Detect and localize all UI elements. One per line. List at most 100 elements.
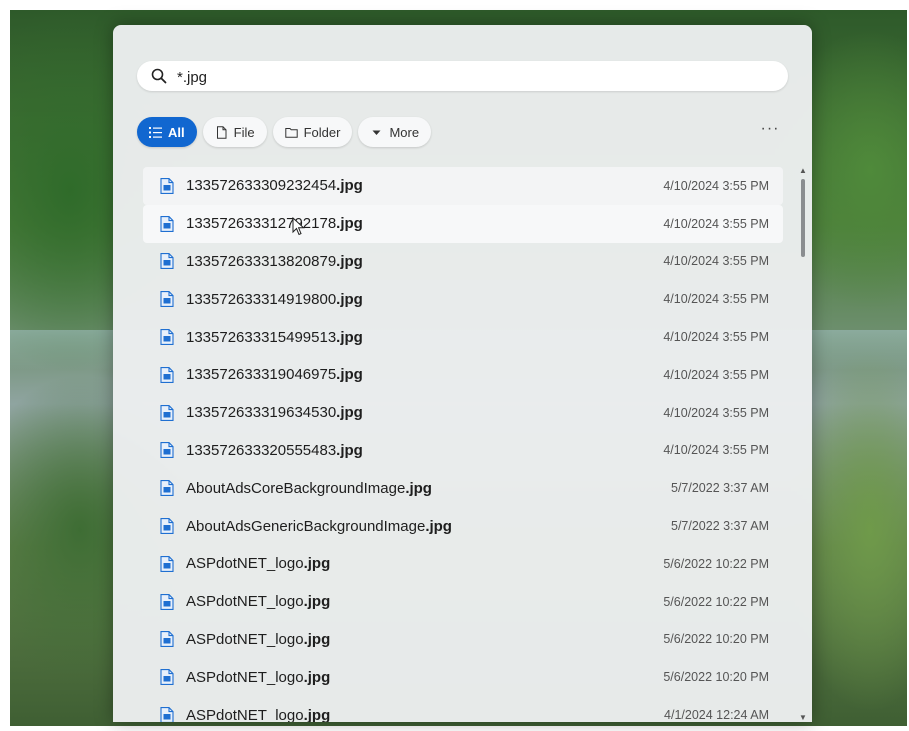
result-file-name: 133572633314919800.jpg — [186, 291, 363, 308]
result-file-extension: .jpg — [303, 555, 331, 573]
result-file-name: 133572633315499513.jpg — [186, 329, 363, 346]
scroll-thumb[interactable] — [801, 179, 805, 257]
filter-bar: All File Folder More — [137, 117, 432, 147]
result-file-extension: .jpg — [336, 177, 363, 195]
result-file-name: ASPdotNET_logo.jpg — [186, 593, 330, 610]
result-modified-date: 5/7/2022 3:37 AM — [671, 481, 769, 496]
result-modified-date: 4/10/2024 3:55 PM — [663, 367, 769, 382]
image-file-icon — [160, 177, 174, 194]
result-file-basename: 133572633313820879 — [186, 252, 337, 270]
result-modified-date: 4/10/2024 3:55 PM — [663, 254, 769, 269]
filter-file-button[interactable]: File — [202, 117, 267, 147]
result-modified-date: 4/10/2024 3:55 PM — [663, 330, 769, 345]
result-modified-date: 5/6/2022 10:22 PM — [663, 556, 769, 571]
search-panel: All File Folder More ··· 133572633309232… — [113, 25, 812, 722]
result-file-extension: .jpg — [303, 668, 331, 686]
result-file-extension: .jpg — [336, 290, 363, 308]
result-file-extension: .jpg — [303, 593, 331, 611]
result-row[interactable]: 133572633319046975.jpg 4/10/2024 3:55 PM — [143, 356, 783, 394]
result-modified-date: 4/10/2024 3:55 PM — [663, 443, 769, 458]
result-file-basename: ASPdotNET_logo — [186, 593, 304, 611]
mouse-cursor-icon — [292, 217, 305, 236]
filter-folder-button[interactable]: Folder — [272, 117, 353, 147]
image-file-icon — [160, 404, 174, 421]
result-modified-date: 4/10/2024 3:55 PM — [663, 405, 769, 420]
result-file-name: ASPdotNET_logo.jpg — [186, 631, 330, 648]
results-list: 133572633309232454.jpg 4/10/2024 3:55 PM 1… — [143, 167, 783, 722]
image-file-icon — [160, 291, 174, 308]
result-file-basename: ASPdotNET_logo — [186, 668, 304, 686]
result-file-basename: AboutAdsCoreBackgroundImage — [186, 479, 406, 497]
result-file-extension: .jpg — [303, 630, 331, 648]
result-file-name: ASPdotNET_logo.jpg — [186, 707, 330, 722]
result-row[interactable]: 133572633312792178.jpg 4/10/2024 3:55 PM — [143, 204, 783, 243]
result-modified-date: 4/10/2024 3:55 PM — [663, 216, 769, 231]
result-file-extension: .jpg — [336, 441, 363, 459]
caret-down-icon — [372, 130, 381, 135]
result-modified-date: 5/6/2022 10:20 PM — [663, 632, 769, 647]
list-icon — [149, 126, 162, 138]
result-file-extension: .jpg — [336, 328, 363, 346]
image-file-icon — [160, 480, 174, 497]
result-file-basename: 133572633314919800 — [186, 290, 337, 308]
scroll-down-arrow-icon[interactable]: ▼ — [799, 714, 807, 722]
result-modified-date: 4/10/2024 3:55 PM — [663, 292, 769, 307]
result-file-name: AboutAdsCoreBackgroundImage.jpg — [186, 480, 432, 497]
result-file-extension: .jpg — [336, 404, 363, 422]
image-file-icon — [160, 555, 174, 572]
result-row[interactable]: AboutAdsGenericBackgroundImage.jpg 5/7/20… — [143, 507, 783, 545]
search-bar[interactable] — [137, 61, 788, 93]
result-row[interactable]: 133572633319634530.jpg 4/10/2024 3:55 PM — [143, 394, 783, 432]
result-file-basename: AboutAdsGenericBackgroundImage — [186, 517, 426, 535]
search-input[interactable] — [175, 61, 779, 93]
result-file-basename: ASPdotNET_logo — [186, 706, 304, 722]
image-file-icon — [160, 329, 174, 346]
result-file-basename: 133572633309232454 — [186, 177, 337, 195]
result-row[interactable]: 133572633314919800.jpg 4/10/2024 3:55 PM — [143, 280, 783, 318]
result-row[interactable]: 133572633315499513.jpg 4/10/2024 3:55 PM — [143, 318, 783, 356]
result-file-name: 133572633309232454.jpg — [186, 177, 363, 194]
result-file-extension: .jpg — [336, 366, 363, 384]
search-icon — [151, 68, 167, 84]
result-modified-date: 4/1/2024 12:24 AM — [664, 708, 769, 722]
image-file-icon — [160, 442, 174, 459]
image-file-icon — [160, 253, 174, 270]
result-modified-date: 4/10/2024 3:55 PM — [663, 178, 769, 193]
filter-folder-label: Folder — [303, 124, 341, 140]
folder-icon — [284, 127, 298, 138]
result-row[interactable]: 133572633313820879.jpg 4/10/2024 3:55 PM — [143, 243, 783, 281]
result-file-basename: ASPdotNET_logo — [186, 555, 304, 573]
filter-more-button[interactable]: More — [358, 117, 432, 147]
image-file-icon — [160, 707, 174, 722]
file-icon — [216, 125, 227, 139]
result-row[interactable]: 133572633320555483.jpg 4/10/2024 3:55 PM — [143, 432, 783, 470]
result-row[interactable]: AboutAdsCoreBackgroundImage.jpg 5/7/2022 … — [143, 469, 783, 507]
result-row[interactable]: ASPdotNET_logo.jpg 4/1/2024 12:24 AM — [143, 696, 783, 722]
results-scrollbar[interactable]: ▲ ▼ — [799, 167, 807, 722]
result-file-name: ASPdotNET_logo.jpg — [186, 555, 330, 572]
result-file-name: 133572633319634530.jpg — [186, 404, 363, 421]
result-file-extension: .jpg — [336, 252, 363, 270]
image-file-icon — [160, 631, 174, 648]
more-options-button[interactable]: ··· — [759, 121, 781, 143]
image-file-icon — [160, 366, 174, 383]
result-row[interactable]: ASPdotNET_logo.jpg 5/6/2022 10:20 PM — [143, 658, 783, 696]
result-file-extension: .jpg — [303, 706, 331, 722]
filter-more-label: More — [389, 124, 420, 140]
image-file-icon — [160, 593, 174, 610]
result-row[interactable]: 133572633309232454.jpg 4/10/2024 3:55 PM — [143, 167, 783, 205]
result-row[interactable]: ASPdotNET_logo.jpg 5/6/2022 10:22 PM — [143, 583, 783, 621]
filter-all-button[interactable]: All — [137, 117, 197, 147]
result-file-name: 133572633319046975.jpg — [186, 366, 363, 383]
result-row[interactable]: ASPdotNET_logo.jpg 5/6/2022 10:20 PM — [143, 621, 783, 659]
result-file-basename: 133572633320555483 — [186, 441, 337, 459]
result-modified-date: 5/6/2022 10:20 PM — [663, 670, 769, 685]
result-file-extension: .jpg — [425, 517, 452, 535]
result-file-name: ASPdotNET_logo.jpg — [186, 669, 330, 686]
filter-all-label: All — [168, 124, 185, 140]
scroll-up-arrow-icon[interactable]: ▲ — [799, 167, 807, 175]
result-file-basename: 133572633319634530 — [186, 404, 337, 422]
result-file-basename: ASPdotNET_logo — [186, 630, 304, 648]
result-row[interactable]: ASPdotNET_logo.jpg 5/6/2022 10:22 PM — [143, 545, 783, 583]
result-file-name: 133572633320555483.jpg — [186, 442, 363, 459]
